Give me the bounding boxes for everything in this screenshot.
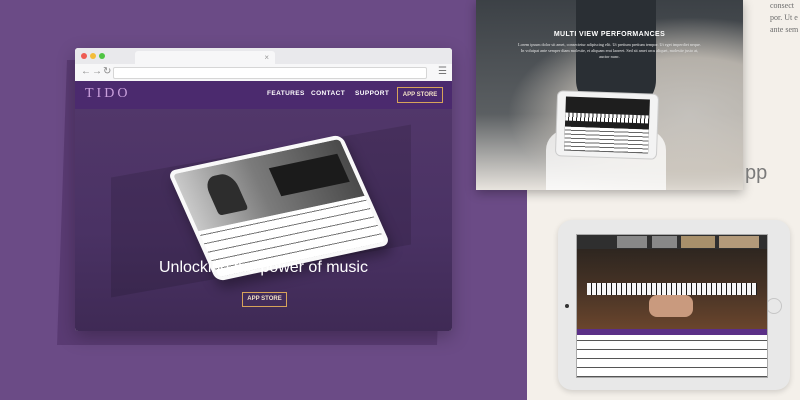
nav-features[interactable]: FEATURES xyxy=(267,90,305,97)
video-thumb[interactable] xyxy=(681,236,715,248)
video-thumbnails-bar xyxy=(577,235,767,249)
nav-contact[interactable]: CONTACT xyxy=(311,90,345,97)
address-bar[interactable] xyxy=(113,67,427,79)
minimize-dot-icon[interactable] xyxy=(90,53,96,59)
held-ipad xyxy=(554,90,660,160)
held-ipad-score xyxy=(564,126,649,154)
nav-app-store-button[interactable]: APP STORE xyxy=(397,87,443,103)
held-ipad-keys xyxy=(565,112,650,124)
tab-close-icon[interactable]: × xyxy=(264,53,269,62)
held-ipad-screen xyxy=(564,96,650,154)
partial-line: ante sem xyxy=(770,25,799,34)
partial-text-top-right: consect por. Ut e ante sem xyxy=(770,0,798,36)
ipad-device xyxy=(558,220,790,390)
site-logo[interactable]: TIDO xyxy=(85,86,130,102)
back-arrow-icon[interactable]: ← xyxy=(81,66,91,77)
nav-support[interactable]: SUPPORT xyxy=(355,90,389,97)
maximize-dot-icon[interactable] xyxy=(99,53,105,59)
video-thumb[interactable] xyxy=(652,236,677,248)
multi-view-description: Lorem ipsum dolor sit amet, consectetur … xyxy=(518,42,701,59)
browser-window: × ← → ↻ ☰ TIDO FEATURES CONTACT SUPPORT … xyxy=(75,48,452,331)
home-button[interactable] xyxy=(766,298,782,314)
main-video[interactable] xyxy=(577,249,767,329)
hero-title: Unlocking the power of music xyxy=(159,259,368,276)
browser-tabbar: × xyxy=(75,48,452,64)
website-viewport: TIDO FEATURES CONTACT SUPPORT APP STORE … xyxy=(75,81,452,331)
piano-shape xyxy=(268,153,350,197)
browser-tab[interactable]: × xyxy=(135,51,275,64)
multi-view-title: MULTI VIEW PERFORMANCES xyxy=(553,31,666,38)
site-navbar: TIDO FEATURES CONTACT SUPPORT APP STORE xyxy=(75,81,452,109)
address-row: ← → ↻ ☰ xyxy=(75,64,452,82)
camera-dot xyxy=(565,304,569,308)
playing-hands xyxy=(649,295,693,317)
hero-app-store-button[interactable]: APP STORE xyxy=(242,292,287,307)
partial-line: consect xyxy=(770,1,794,10)
forward-arrow-icon[interactable]: → xyxy=(92,66,102,77)
piano-keyboard xyxy=(587,283,757,295)
ipad-screen xyxy=(576,234,768,378)
close-dot-icon[interactable] xyxy=(81,53,87,59)
reload-icon[interactable]: ↻ xyxy=(103,66,111,77)
partial-heading: pp xyxy=(745,162,768,184)
multi-view-card: MULTI VIEW PERFORMANCES Lorem ipsum dolo… xyxy=(476,0,743,190)
video-thumb[interactable] xyxy=(719,236,759,248)
menu-icon[interactable]: ☰ xyxy=(438,66,447,77)
pianist-figure xyxy=(202,172,249,216)
partial-line: por. Ut e xyxy=(770,13,798,22)
video-thumb[interactable] xyxy=(617,236,647,248)
ipad-sheet-music xyxy=(577,335,767,377)
